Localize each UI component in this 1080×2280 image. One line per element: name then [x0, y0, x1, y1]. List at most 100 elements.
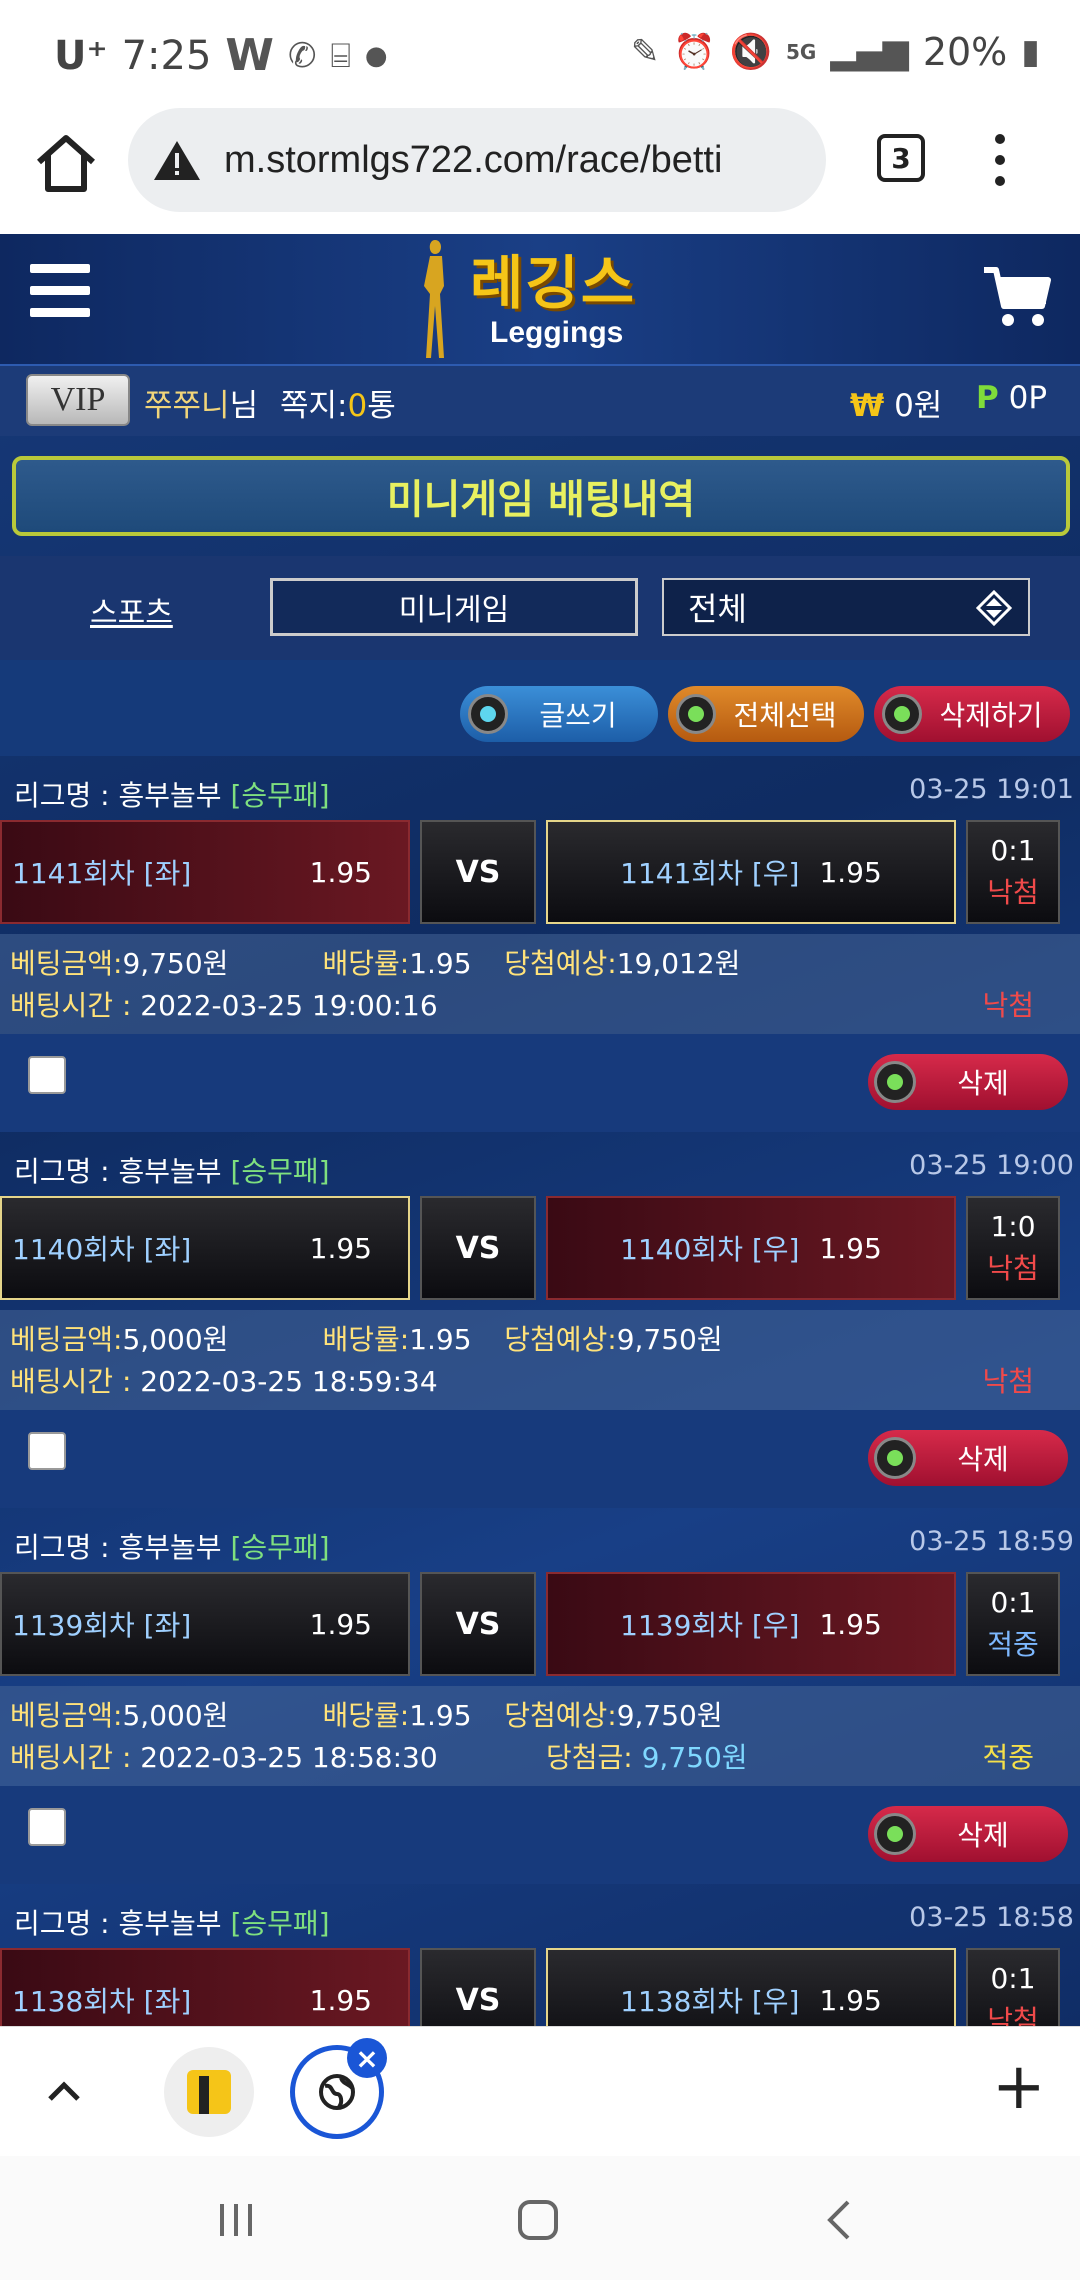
filter-bar: 스포츠 미니게임 전체 — [0, 556, 1080, 660]
league-name: 리그명 : 흥부놀부 [승무패] — [14, 1531, 330, 1564]
team-left[interactable]: 1139회차 [좌] 1.95 — [0, 1572, 410, 1676]
close-tab-icon[interactable]: × — [347, 2038, 387, 2078]
result-box: 0:1 낙첨 — [966, 820, 1060, 924]
delete-selected-button[interactable]: 삭제하기 — [874, 686, 1070, 742]
vip-badge: VIP — [26, 374, 130, 426]
bet-controls: 삭제 — [0, 1786, 1080, 1884]
battery-label: 20% — [922, 30, 1008, 74]
button-dot-icon — [874, 1061, 916, 1103]
delete-button[interactable]: 삭제 — [868, 1806, 1068, 1862]
team-right[interactable]: 1138회차 [우] 1.95 — [546, 1948, 956, 2026]
cash-balance: ₩ 0원 — [850, 388, 943, 424]
cart-icon[interactable] — [982, 264, 1052, 330]
dropdown-icon — [976, 590, 1012, 626]
bet-datetime: 03-25 19:00 — [909, 1150, 1074, 1181]
team-right[interactable]: 1141회차 [우] 1.95 — [546, 820, 956, 924]
bet-datetime: 03-25 18:58 — [909, 1902, 1074, 1933]
logo-text-en: Leggings — [490, 316, 624, 349]
url-text: m.stormlgs722.com/race/betti — [224, 138, 723, 181]
action-bar: 글쓰기 전체선택 삭제하기 — [0, 660, 1080, 756]
alarm-icon: ⏰ — [673, 32, 716, 72]
web-content: 레깅스 Leggings VIP 쭈쭈니님 쪽지:0통 ₩ 0원 P 0P 미니… — [0, 234, 1080, 2026]
logo-text-ko: 레깅스 — [470, 249, 637, 317]
button-dot-icon — [468, 694, 508, 734]
team-right[interactable]: 1139회차 [우] 1.95 — [546, 1572, 956, 1676]
delete-button[interactable]: 삭제 — [868, 1430, 1068, 1486]
filter-select[interactable]: 전체 — [662, 578, 1030, 636]
tab-thumbnail-active[interactable]: × — [290, 2038, 387, 2139]
button-dot-icon — [874, 1437, 916, 1479]
site-favicon-icon — [187, 2070, 231, 2114]
site-logo[interactable]: 레깅스 Leggings — [410, 234, 670, 364]
battery-icon: ▮ — [1021, 32, 1040, 72]
logo-figure-icon — [424, 240, 444, 358]
league-name: 리그명 : 흥부놀부 [승무패] — [14, 1907, 330, 1940]
filter-select-value: 전체 — [688, 590, 747, 628]
menu-dots-icon[interactable] — [990, 134, 1010, 190]
team-left[interactable]: 1141회차 [좌] 1.95 — [0, 820, 410, 924]
result-box: 1:0 낙첨 — [966, 1196, 1060, 1300]
status-bar: U⁺ 7:25 W ✆ ⌸ ● ✎ ⏰ 🔇 5G ▂▄▆ 20% ▮ — [0, 0, 1080, 104]
bet-checkbox[interactable] — [28, 1056, 66, 1094]
back-icon[interactable] — [810, 2190, 870, 2250]
write-button[interactable]: 글쓰기 — [460, 686, 658, 742]
bet-item: 리그명 : 흥부놀부 [승무패] 03-25 19:01 1141회차 [좌] 1… — [0, 756, 1080, 1132]
address-bar[interactable]: m.stormlgs722.com/race/betti — [128, 108, 826, 212]
mute-icon: 🔇 — [729, 32, 773, 72]
team-right[interactable]: 1140회차 [우] 1.95 — [546, 1196, 956, 1300]
wifi-call-icon: ✆ — [287, 35, 317, 76]
vs-label: VS — [420, 820, 536, 924]
button-dot-icon — [874, 1813, 916, 1855]
user-bar: VIP 쭈쭈니님 쪽지:0통 ₩ 0원 P 0P — [0, 364, 1080, 436]
carrier-label: U⁺ — [54, 32, 108, 79]
plus-icon[interactable]: + — [992, 2055, 1046, 2119]
time-label: 7:25 — [121, 32, 212, 79]
delete-button[interactable]: 삭제 — [868, 1054, 1068, 1110]
hamburger-icon[interactable] — [30, 264, 90, 318]
tab-sports[interactable]: 스포츠 — [90, 588, 173, 632]
tab-thumbnail[interactable] — [164, 2047, 254, 2137]
league-name: 리그명 : 흥부놀부 [승무패] — [14, 779, 330, 812]
w-app-icon: W — [225, 30, 274, 81]
pen-icon: ✎ — [630, 32, 660, 72]
button-dot-icon — [676, 694, 716, 734]
vs-label: VS — [420, 1196, 536, 1300]
bet-info: 베팅금액: 5,000원 배당률: 1.95 당첨예상: 9,750원 배팅시간 :… — [0, 1310, 1080, 1410]
message-count[interactable]: 쪽지:0통 — [280, 380, 396, 425]
site-header: 레깅스 Leggings — [0, 234, 1080, 364]
network-5g-icon: 5G — [786, 40, 817, 64]
button-dot-icon — [882, 694, 922, 734]
team-left[interactable]: 1138회차 [좌] 1.95 — [0, 1948, 410, 2026]
tab-strip: × + — [0, 2026, 1080, 2156]
tab-minigame[interactable]: 미니게임 — [270, 578, 638, 636]
recents-icon[interactable] — [206, 2190, 266, 2250]
bet-controls: 삭제 — [0, 1034, 1080, 1132]
bet-info: 베팅금액: 5,000원 배당률: 1.95 당첨예상: 9,750원 배팅시간 :… — [0, 1686, 1080, 1786]
bet-item: 리그명 : 흥부놀부 [승무패] 03-25 19:00 1140회차 [좌] 1… — [0, 1132, 1080, 1508]
bet-item: 리그명 : 흥부놀부 [승무패] 03-25 18:58 1138회차 [좌] 1… — [0, 1884, 1080, 2026]
warning-icon[interactable] — [152, 138, 202, 182]
tab-switcher-button[interactable]: 3 — [877, 134, 925, 182]
signal-icon: ▂▄▆ — [830, 32, 909, 72]
home-icon[interactable] — [30, 126, 102, 198]
result-box: 0:1 적중 — [966, 1572, 1060, 1676]
chevron-up-icon[interactable] — [40, 2071, 88, 2111]
page-title: 미니게임 배팅내역 — [12, 456, 1070, 536]
point-balance: P 0P — [976, 380, 1048, 416]
status-badge: 적중 — [982, 1741, 1034, 1774]
vs-label: VS — [420, 1572, 536, 1676]
status-badge: 낙첨 — [982, 1365, 1034, 1398]
voicemail-icon: ⌸ — [330, 35, 351, 76]
globe-icon — [319, 2074, 355, 2110]
bet-datetime: 03-25 19:01 — [909, 774, 1074, 805]
bet-info: 베팅금액: 9,750원 배당률: 1.95 당첨예상: 19,012원 배팅시간 … — [0, 934, 1080, 1034]
bet-checkbox[interactable] — [28, 1432, 66, 1470]
bet-controls: 삭제 — [0, 1410, 1080, 1508]
browser-toolbar: m.stormlgs722.com/race/betti 3 — [0, 104, 1080, 234]
bet-item: 리그명 : 흥부놀부 [승무패] 03-25 18:59 1139회차 [좌] 1… — [0, 1508, 1080, 1884]
select-all-button[interactable]: 전체선택 — [668, 686, 864, 742]
prize-amount: 당첨금: 9,750원 — [546, 1741, 748, 1774]
bet-checkbox[interactable] — [28, 1808, 66, 1846]
home-nav-icon[interactable] — [508, 2190, 568, 2250]
team-left[interactable]: 1140회차 [좌] 1.95 — [0, 1196, 410, 1300]
